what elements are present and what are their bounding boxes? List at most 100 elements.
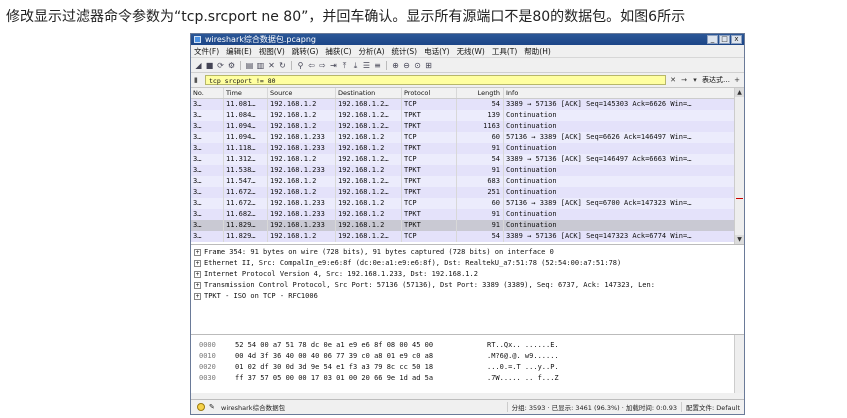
add-filter-button[interactable]: + [733, 76, 741, 84]
packet-row[interactable]: 3… 11.538… 192.168.1.233 192.168.1.2 TPKT 91 C… [191, 165, 744, 176]
zoom-reset-icon[interactable]: ⊙ [413, 61, 422, 70]
wireshark-window: wireshark综合数据包.pcapng _ □ x 文件(F) 编辑(E) … [190, 33, 745, 415]
column-header-length[interactable]: Length [457, 88, 504, 98]
packet-row[interactable]: 3… 11.312… 192.168.1.2 192.168.1.2… TCP 54 338… [191, 154, 744, 165]
packet-row[interactable]: 3… 11.829… 192.168.1.2 192.168.1.2… TCP 54 338… [191, 231, 744, 242]
packet-cell-info: 3389 → 57136 [ACK] Seq=145303 Ack=6626 W… [506, 100, 692, 108]
menu-help[interactable]: 帮助(H) [524, 46, 551, 57]
packet-cell-dst: 192.168.1.2 [336, 143, 402, 154]
menu-analyze[interactable]: 分析(A) [359, 46, 385, 57]
column-header-time[interactable]: Time [224, 88, 268, 98]
expression-button[interactable]: 表达式… [702, 75, 730, 85]
expand-icon[interactable]: + [194, 281, 201, 289]
expand-icon[interactable]: + [194, 292, 201, 300]
menu-statistics[interactable]: 统计(S) [392, 46, 418, 57]
detail-row-ipv4[interactable]: + Internet Protocol Version 4, Src: 192.1… [191, 269, 744, 280]
column-header-info[interactable]: Info [504, 88, 744, 98]
open-icon[interactable]: ▤ [245, 61, 254, 70]
packet-row[interactable]: 3… 11.118… 192.168.1.233 192.168.1.2 TPKT 91 C… [191, 143, 744, 154]
hex-row[interactable]: 0030 ff 37 57 05 00 00 17 03 01 00 20 66 … [191, 373, 744, 384]
expand-icon[interactable]: + [194, 259, 201, 267]
column-header-destination[interactable]: Destination [336, 88, 402, 98]
packet-cell-info: 57136 → 3389 [ACK] Seq=6700 Ack=147323 W… [506, 199, 692, 207]
shark-fin-icon[interactable]: ◢ [194, 61, 203, 70]
toolbar-separator [386, 60, 387, 70]
goto-icon[interactable]: ⇥ [329, 61, 338, 70]
detail-row-tpkt[interactable]: + TPKT - ISO on TCP - RFC1006 [191, 291, 744, 302]
packet-cell-info: Continuation [506, 166, 557, 174]
zoom-in-icon[interactable]: ⊕ [391, 61, 400, 70]
apply-filter-icon[interactable]: → [680, 76, 688, 84]
forward-icon[interactable]: ⇨ [318, 61, 327, 70]
packet-row[interactable]: 3… 11.084… 192.168.1.2 192.168.1.2… TPKT 139 C… [191, 110, 744, 121]
first-icon[interactable]: ⤒ [340, 61, 349, 70]
hex-row[interactable]: 0010 00 4d 3f 36 40 00 40 06 77 39 c0 a8 … [191, 351, 744, 362]
packet-cell-len: 91 [457, 143, 504, 154]
maximize-button[interactable]: □ [719, 35, 730, 44]
menu-telephony[interactable]: 电话(Y) [424, 46, 449, 57]
display-filter-input[interactable]: tcp srcport != 80 [205, 75, 666, 85]
close-file-icon[interactable]: ✕ [267, 61, 276, 70]
column-header-source[interactable]: Source [268, 88, 336, 98]
expand-icon[interactable]: + [194, 248, 201, 256]
bookmark-icon[interactable]: ▮ [194, 76, 202, 85]
menu-go[interactable]: 跳转(G) [292, 46, 319, 57]
packet-row[interactable]: 3… 11.682… 192.168.1.233 192.168.1.2 TPKT 91 C… [191, 209, 744, 220]
bytes-scrollbar[interactable] [734, 335, 744, 393]
packet-row[interactable]: 3… 11.547… 192.168.1.2 192.168.1.2… TPKT 683 C… [191, 176, 744, 187]
status-profile[interactable]: 配置文件: Default [680, 402, 744, 412]
menu-file[interactable]: 文件(F) [194, 46, 219, 57]
capture-comment-icon[interactable]: ✎ [209, 403, 217, 411]
hex-row[interactable]: 0000 52 54 00 a7 51 78 dc 0e a1 e9 e6 8f … [191, 340, 744, 351]
zoom-out-icon[interactable]: ⊖ [402, 61, 411, 70]
packet-cell-dst: 192.168.1.2 [336, 209, 402, 220]
packet-row-selected[interactable]: 3… 11.829… 192.168.1.233 192.168.1.2 TPKT 91 C… [191, 220, 744, 231]
menu-capture[interactable]: 捕获(C) [325, 46, 351, 57]
packet-cell-no: 3… [191, 176, 224, 187]
stop-icon[interactable]: ■ [205, 61, 214, 70]
menu-edit[interactable]: 编辑(E) [226, 46, 252, 57]
back-icon[interactable]: ⇦ [307, 61, 316, 70]
menu-view[interactable]: 视图(V) [259, 46, 285, 57]
minimize-button[interactable]: _ [707, 35, 718, 44]
close-button[interactable]: x [731, 35, 742, 44]
menu-bar: 文件(F) 编辑(E) 视图(V) 跳转(G) 捕获(C) 分析(A) 统计(S… [191, 45, 744, 58]
filter-history-icon[interactable]: ▾ [691, 76, 699, 84]
scroll-up-icon[interactable]: ▲ [735, 88, 744, 97]
packet-row[interactable]: 3… 11.672… 192.168.1.2 192.168.1.2… TPKT 251 C… [191, 187, 744, 198]
resize-columns-icon[interactable]: ⊞ [424, 61, 433, 70]
menu-tools[interactable]: 工具(T) [492, 46, 517, 57]
packet-cell-info: Continuation [506, 122, 557, 130]
packet-row[interactable]: 3… 11.081… 192.168.1.2 192.168.1.2… TCP 54 338… [191, 99, 744, 110]
colorize-icon[interactable]: ≡ [373, 61, 382, 70]
hex-row[interactable]: 0020 01 02 df 30 0d 3d 9e 54 e1 f3 a3 79 … [191, 362, 744, 373]
expand-icon[interactable]: + [194, 270, 201, 278]
packet-cell-time: 11.312… [224, 154, 268, 165]
packet-list-scrollbar[interactable]: ▲ ▼ [734, 88, 744, 244]
packet-row[interactable]: 3… 11.672… 192.168.1.233 192.168.1.2 TCP 60 57… [191, 198, 744, 209]
packet-cell-proto: TCP [402, 132, 457, 143]
packet-cell-no: 3… [191, 143, 224, 154]
column-header-no[interactable]: No. [191, 88, 224, 98]
reload-icon[interactable]: ↻ [278, 61, 287, 70]
detail-row-ethernet[interactable]: + Ethernet II, Src: CompalIn_e9:e6:8f (dc… [191, 258, 744, 269]
last-icon[interactable]: ⤓ [351, 61, 360, 70]
packet-cell-len: 60 [457, 132, 504, 143]
packet-row[interactable]: 3… 11.094… 192.168.1.233 192.168.1.2 TCP 60 57… [191, 132, 744, 143]
find-icon[interactable]: ⚲ [296, 61, 305, 70]
detail-row-tcp[interactable]: + Transmission Control Protocol, Src Port… [191, 280, 744, 291]
packet-row[interactable]: 3… 11.094… 192.168.1.2 192.168.1.2… TPKT 1163… [191, 121, 744, 132]
options-icon[interactable]: ⚙ [227, 61, 236, 70]
autoscroll-icon[interactable]: ☰ [362, 61, 371, 70]
packet-cell-src: 192.168.1.233 [268, 143, 336, 154]
save-icon[interactable]: ▥ [256, 61, 265, 70]
packet-cell-src: 192.168.1.2 [268, 176, 336, 187]
restart-icon[interactable]: ⟳ [216, 61, 225, 70]
expert-info-icon[interactable] [197, 403, 205, 411]
page-caption: 修改显示过滤器命令参数为“tcp.srcport ne 80”，并回车确认。显示… [6, 9, 686, 25]
clear-filter-icon[interactable]: ✕ [669, 76, 677, 84]
menu-wireless[interactable]: 无线(W) [457, 46, 485, 57]
detail-row-frame[interactable]: + Frame 354: 91 bytes on wire (728 bits),… [191, 247, 744, 258]
column-header-protocol[interactable]: Protocol [402, 88, 457, 98]
scroll-down-icon[interactable]: ▼ [735, 235, 744, 244]
